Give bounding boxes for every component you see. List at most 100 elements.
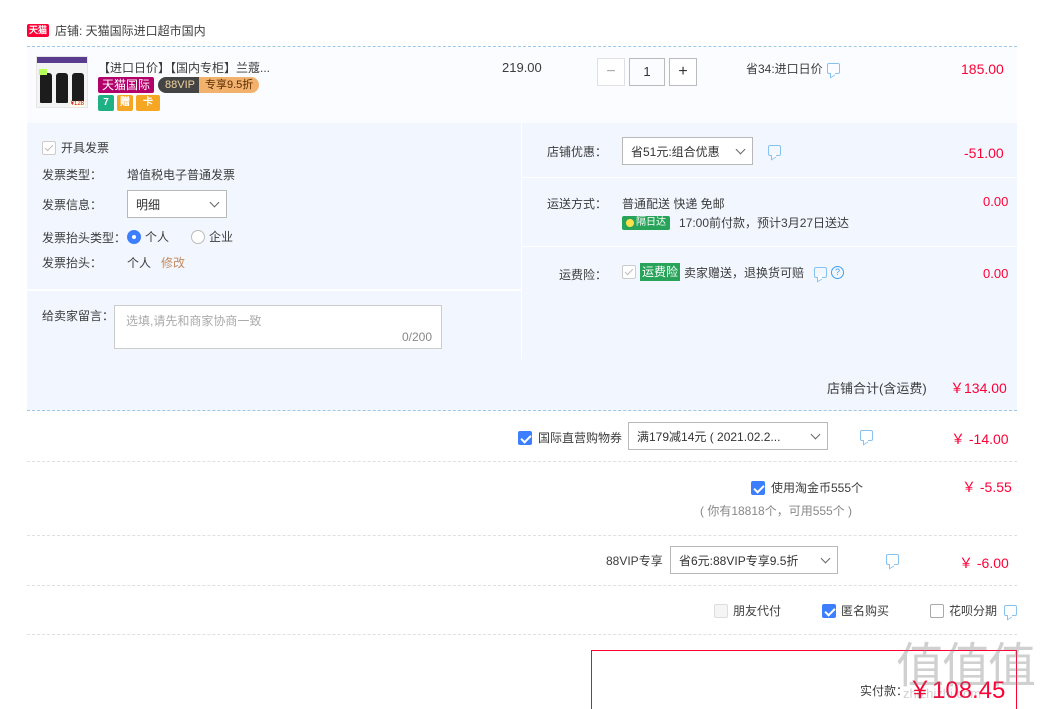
divider bbox=[27, 634, 1017, 635]
shop-total-amount: ￥134.00 bbox=[950, 380, 1007, 396]
insurance-tag: 运费险 bbox=[640, 263, 681, 281]
coupon-label: 国际直营购物券 bbox=[538, 431, 623, 445]
insurance-text: 卖家赠送，退换货可赔 bbox=[684, 265, 805, 280]
bottle-icon bbox=[56, 73, 68, 103]
shop-total-label: 店铺合计(含运费) bbox=[827, 381, 927, 396]
vip88-select[interactable]: 省6元:88VIP专享9.5折 bbox=[670, 546, 838, 574]
message-icon[interactable] bbox=[885, 554, 899, 565]
increase-button[interactable]: + bbox=[669, 58, 697, 86]
delivery-amount: 0.00 bbox=[983, 194, 1009, 209]
card-icon: 卡 bbox=[136, 95, 160, 111]
anonymous-label: 匿名购买 bbox=[841, 604, 890, 618]
vip88-badge-label: 88VIP bbox=[158, 77, 199, 93]
next-day-tag-text: 隔日达 bbox=[636, 216, 666, 228]
invoice-info-value: 明细 bbox=[136, 197, 161, 212]
decrease-button[interactable]: − bbox=[597, 58, 625, 86]
help-icon[interactable]: ? bbox=[831, 265, 845, 279]
anonymous-option[interactable]: 匿名购买 bbox=[822, 602, 889, 619]
radio-company-label: 企业 bbox=[209, 230, 234, 244]
invoice-info-select[interactable]: 明细 bbox=[127, 190, 227, 218]
item-total: 185.00 bbox=[961, 61, 1004, 77]
invoice-edit-link[interactable]: 修改 bbox=[161, 254, 185, 271]
radio-personal-label: 个人 bbox=[145, 230, 170, 244]
taojinbi-checkbox[interactable] bbox=[751, 480, 765, 495]
message-input[interactable]: 选填,请先和商家协商一致 0/200 bbox=[114, 305, 442, 349]
huabei-label: 花呗分期 bbox=[949, 604, 998, 618]
insurance-label: 运费险： bbox=[559, 268, 608, 282]
item-title[interactable]: 【进口日价】【国内专柜】兰蔻... bbox=[98, 59, 270, 76]
message-label: 给卖家留言： bbox=[42, 309, 115, 323]
lightning-icon bbox=[626, 218, 634, 227]
taojinbi-note: ( 你有18818个，可用555个 ) bbox=[700, 504, 853, 518]
unit-price: 219.00 bbox=[502, 60, 542, 75]
invoice-checkbox[interactable] bbox=[42, 140, 56, 155]
invoice-type-value: 增值税电子普通发票 bbox=[127, 168, 236, 182]
invoice-type-label: 发票类型： bbox=[42, 168, 103, 182]
radio-company[interactable]: 企业 bbox=[191, 228, 233, 245]
watermark-url: zhizhizhi.com bbox=[903, 686, 982, 701]
taojinbi-amount: ￥ -5.55 bbox=[962, 479, 1012, 495]
friend-pay-checkbox[interactable] bbox=[714, 603, 728, 618]
vip88-amount: ￥ -6.00 bbox=[959, 555, 1009, 571]
insurance-checkbox[interactable] bbox=[622, 265, 636, 279]
invoice-title-type-label: 发票抬头类型： bbox=[42, 231, 127, 245]
product-thumbnail[interactable]: ¥128 bbox=[36, 56, 88, 108]
item-service-icons: 7 赠 卡 bbox=[98, 95, 160, 111]
thumb-price: ¥128 bbox=[69, 101, 85, 107]
anonymous-checkbox[interactable] bbox=[822, 603, 836, 618]
huabei-checkbox[interactable] bbox=[930, 603, 944, 618]
item-badges: 天猫国际 88VIP 专享9.5折 bbox=[98, 77, 260, 93]
delivery-label: 运送方式： bbox=[547, 197, 608, 211]
divider bbox=[27, 461, 1017, 462]
message-icon[interactable] bbox=[814, 266, 828, 278]
message-icon[interactable] bbox=[860, 430, 874, 441]
divider bbox=[522, 177, 1017, 178]
shop-discount-select[interactable]: 省51元:组合优惠 bbox=[622, 137, 753, 165]
coupon-amount: ￥ -14.00 bbox=[951, 431, 1009, 447]
coupon-select[interactable]: 满179减14元 ( 2021.02.2... bbox=[628, 422, 828, 450]
delivery-eta: 隔日达 17:00前付款，预计3月27日送达 bbox=[622, 214, 849, 231]
item-promo-text: 省34:进口日价 bbox=[746, 62, 823, 76]
chevron-down-icon bbox=[820, 553, 831, 563]
vip88-value: 省6元:88VIP专享9.5折 bbox=[679, 553, 799, 568]
radio-company-dot[interactable] bbox=[191, 229, 205, 244]
shop-header: 天猫 店铺: 天猫国际进口超市国内 bbox=[27, 22, 206, 39]
message-icon[interactable] bbox=[768, 145, 781, 156]
divider bbox=[27, 535, 1017, 536]
insurance-row: 运费险 卖家赠送，退换货可赔 ? bbox=[622, 263, 845, 281]
quantity-stepper: − 1 + bbox=[597, 58, 697, 86]
chevron-down-icon bbox=[810, 429, 821, 439]
tmall-logo-icon: 天猫 bbox=[27, 24, 50, 37]
divider bbox=[27, 585, 1017, 586]
chevron-down-icon bbox=[735, 144, 746, 154]
message-icon[interactable] bbox=[826, 63, 840, 74]
divider bbox=[522, 246, 1017, 247]
bottle-icon bbox=[40, 73, 52, 103]
divider bbox=[521, 123, 522, 359]
vip88-badge: 88VIP 专享9.5折 bbox=[158, 77, 260, 93]
quantity-input[interactable]: 1 bbox=[629, 58, 665, 86]
taojinbi-label: 使用淘金币555个 bbox=[771, 481, 864, 495]
invoice-toggle[interactable]: 开具发票 bbox=[42, 139, 109, 156]
radio-personal[interactable]: 个人 bbox=[127, 228, 169, 245]
coupon-row: 国际直营购物券 bbox=[518, 429, 622, 446]
next-day-tag: 隔日达 bbox=[622, 215, 670, 230]
shop-discount-value: 省51元:组合优惠 bbox=[631, 144, 720, 159]
huabei-option[interactable]: 花呗分期 bbox=[930, 602, 1018, 619]
seven-day-return-icon: 7 bbox=[98, 95, 114, 111]
vip88-badge-discount: 专享9.5折 bbox=[198, 77, 260, 93]
shop-name[interactable]: 店铺: 天猫国际进口超市国内 bbox=[55, 22, 206, 39]
bottle-icon bbox=[72, 73, 84, 103]
friend-pay-option[interactable]: 朋友代付 bbox=[714, 602, 781, 619]
radio-personal-dot[interactable] bbox=[127, 229, 141, 244]
invoice-toggle-label: 开具发票 bbox=[61, 141, 110, 155]
vip88-label: 88VIP专享 bbox=[606, 554, 663, 568]
coupon-checkbox[interactable] bbox=[518, 430, 532, 445]
coupon-value: 满179减14元 ( 2021.02.2... bbox=[637, 429, 781, 444]
gift-icon: 赠 bbox=[117, 95, 133, 111]
message-icon[interactable] bbox=[1004, 605, 1018, 616]
message-placeholder: 选填,请先和商家协商一致 bbox=[126, 314, 262, 328]
tmall-intl-badge: 天猫国际 bbox=[98, 77, 155, 93]
chevron-down-icon bbox=[209, 197, 220, 207]
message-counter: 0/200 bbox=[401, 330, 432, 344]
